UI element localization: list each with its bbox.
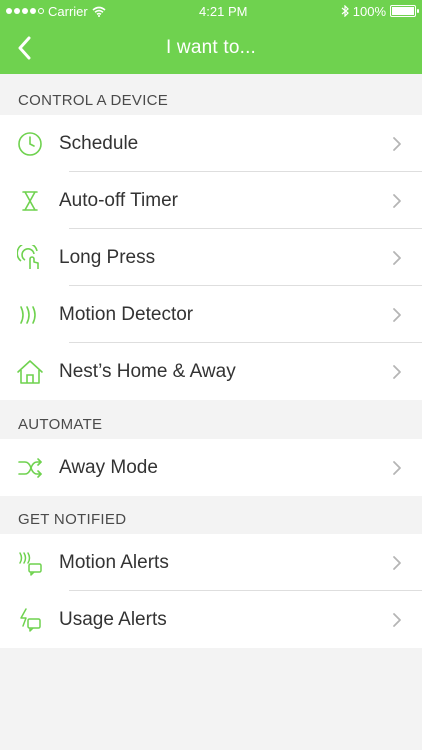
notified-list: Motion Alerts Usage Alerts: [0, 534, 422, 648]
hourglass-icon: [16, 187, 44, 215]
app-header: Carrier 4:21 PM 100% I want to...: [0, 0, 422, 74]
usage-alert-icon: [16, 606, 44, 634]
list-item-long-press[interactable]: Long Press: [0, 229, 422, 286]
list-item-auto-off-timer[interactable]: Auto-off Timer: [0, 172, 422, 229]
list-item-label: Away Mode: [59, 456, 158, 478]
list-item-label: Motion Alerts: [59, 551, 169, 573]
back-button[interactable]: [10, 34, 38, 62]
list-item-away-mode[interactable]: Away Mode: [0, 439, 422, 496]
list-item-nest-home-away[interactable]: Nest’s Home & Away: [0, 343, 422, 400]
signal-strength-icon: [6, 8, 44, 14]
list-item-usage-alerts[interactable]: Usage Alerts: [0, 591, 422, 648]
control-list: Schedule Auto-off Timer Long Press Motio…: [0, 115, 422, 400]
list-item-label: Usage Alerts: [59, 608, 167, 630]
motion-waves-icon: [16, 301, 44, 329]
home-icon: [16, 358, 44, 386]
carrier-label: Carrier: [48, 3, 88, 19]
section-header-automate: AUTOMATE: [0, 400, 422, 439]
chevron-right-icon: [388, 611, 406, 629]
bluetooth-icon: [341, 5, 349, 17]
motion-alert-icon: [16, 549, 44, 577]
long-press-icon: [16, 244, 44, 272]
list-item-label: Nest’s Home & Away: [59, 360, 236, 382]
chevron-right-icon: [388, 249, 406, 267]
shuffle-icon: [16, 454, 44, 482]
page-title: I want to...: [165, 37, 257, 58]
nav-bar: I want to...: [0, 22, 422, 74]
battery-percent: 100%: [352, 3, 386, 19]
list-item-label: Motion Detector: [59, 303, 194, 325]
chevron-right-icon: [388, 192, 406, 210]
chevron-right-icon: [388, 306, 406, 324]
clock-icon: [16, 130, 44, 158]
battery-icon: [390, 5, 419, 17]
chevron-right-icon: [388, 554, 406, 572]
automate-list: Away Mode: [0, 439, 422, 496]
section-header-notified: GET NOTIFIED: [0, 496, 422, 534]
chevron-right-icon: [388, 363, 406, 381]
section-header-control: CONTROL A DEVICE: [0, 74, 422, 115]
chevron-right-icon: [388, 459, 406, 477]
list-item-schedule[interactable]: Schedule: [0, 115, 422, 172]
list-item-label: Schedule: [59, 132, 139, 154]
chevron-right-icon: [388, 135, 406, 153]
clock-time: 4:21 PM: [199, 3, 248, 19]
status-bar: Carrier 4:21 PM 100%: [0, 0, 422, 22]
list-item-label: Long Press: [59, 246, 156, 268]
list-item-motion-detector[interactable]: Motion Detector: [0, 286, 422, 343]
list-item-motion-alerts[interactable]: Motion Alerts: [0, 534, 422, 591]
list-item-label: Auto-off Timer: [59, 189, 178, 211]
chevron-left-icon: [18, 36, 31, 60]
wifi-icon: [92, 6, 106, 17]
